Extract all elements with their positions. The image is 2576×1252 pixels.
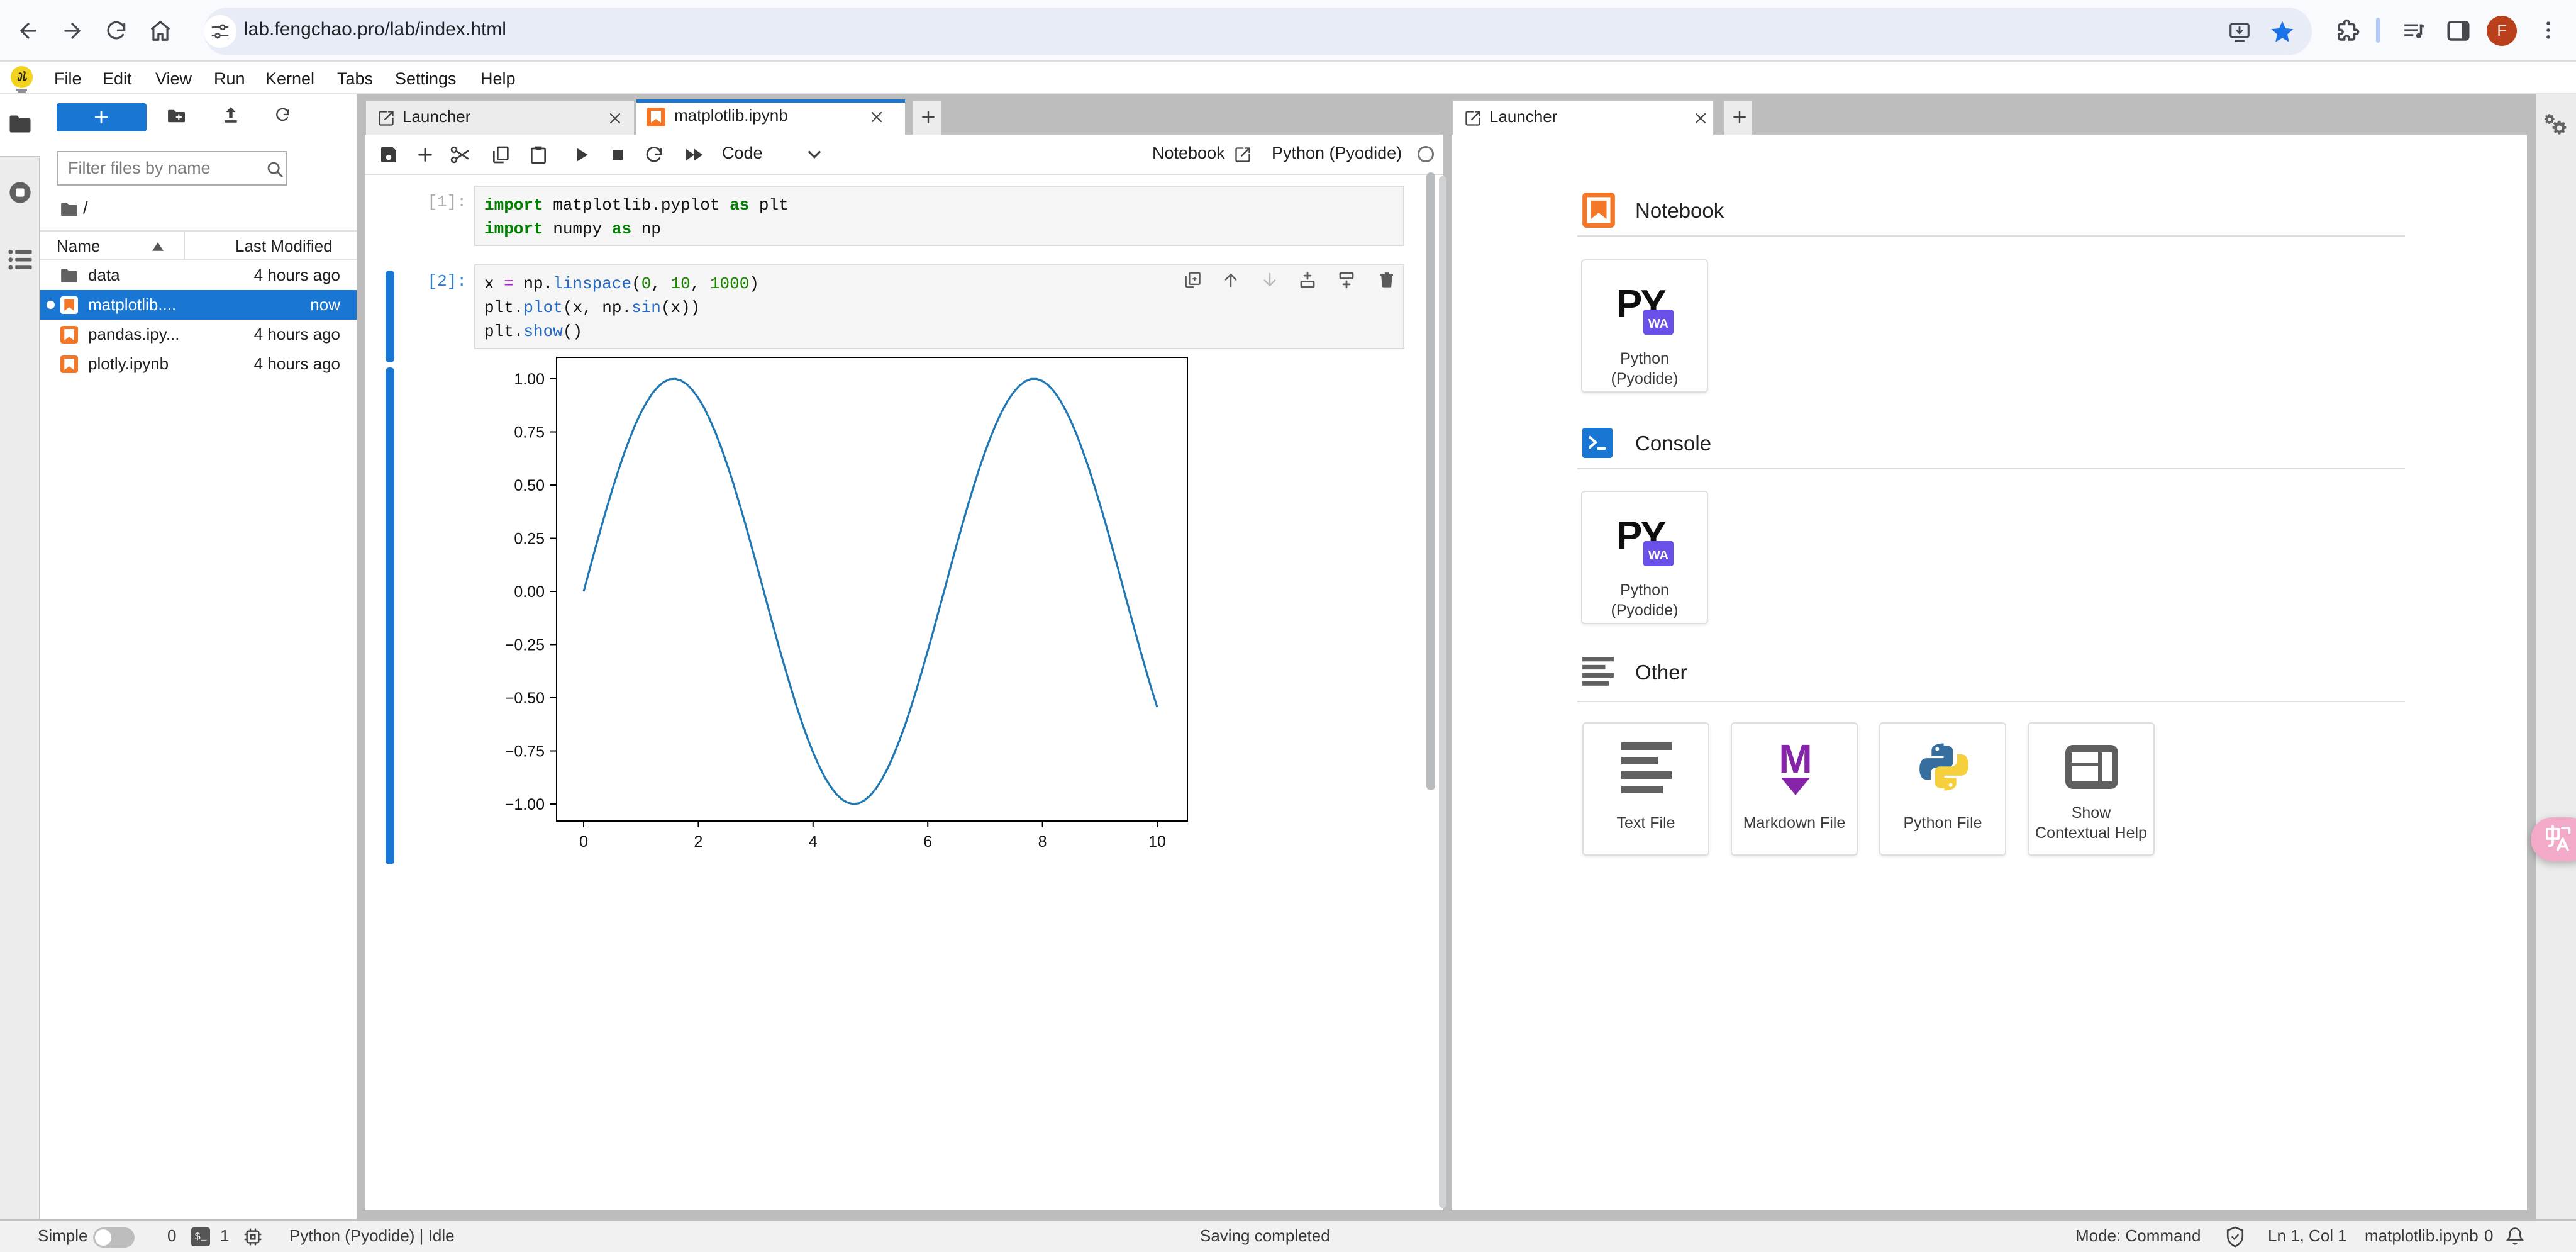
svg-text:10: 10 (1148, 833, 1166, 851)
svg-text:M: M (1779, 740, 1812, 781)
svg-text:0.00: 0.00 (514, 583, 545, 601)
svg-text:0.25: 0.25 (514, 530, 545, 548)
svg-text:0.50: 0.50 (514, 477, 545, 495)
svg-text:WA: WA (1648, 549, 1668, 562)
svg-text:2: 2 (694, 833, 702, 851)
svg-text:0.75: 0.75 (514, 424, 545, 442)
svg-text:1.00: 1.00 (514, 371, 545, 388)
svg-text:WA: WA (1648, 317, 1668, 331)
svg-text:−0.50: −0.50 (505, 690, 545, 707)
svg-text:−1.00: −1.00 (505, 796, 545, 813)
svg-text:0: 0 (579, 833, 588, 851)
svg-text:−0.25: −0.25 (505, 637, 545, 654)
svg-text:6: 6 (923, 833, 932, 851)
svg-text:4: 4 (809, 833, 818, 851)
svg-text:−0.75: −0.75 (505, 743, 545, 761)
svg-text:8: 8 (1038, 833, 1047, 851)
